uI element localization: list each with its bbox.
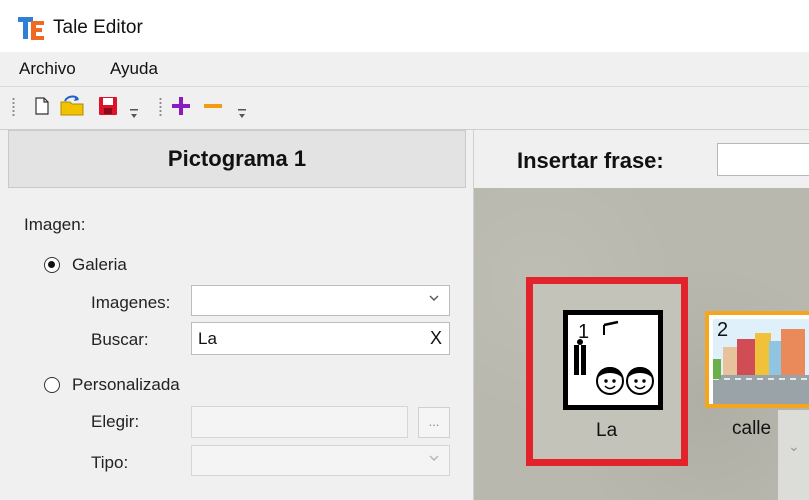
buscar-value: La bbox=[198, 329, 217, 348]
story-panel: Insertar frase: 1 La 2 calle ⌄ bbox=[474, 130, 809, 500]
new-file-button[interactable] bbox=[32, 93, 52, 119]
pictogram-number: 2 bbox=[717, 319, 729, 341]
toolbar-overflow-button[interactable] bbox=[128, 101, 140, 127]
clear-search-button[interactable]: X bbox=[430, 328, 442, 349]
pictogram-caption: La bbox=[596, 420, 618, 441]
te-logo-icon bbox=[18, 17, 44, 40]
toolbar-overflow-icon bbox=[238, 109, 246, 118]
chevron-down-icon bbox=[429, 455, 439, 461]
insert-phrase-label: Insertar frase: bbox=[517, 148, 664, 173]
pictogram-people-icon bbox=[574, 320, 654, 395]
toolbar-overflow-icon bbox=[130, 109, 138, 118]
imagenes-label: Imagenes: bbox=[91, 293, 171, 312]
story-canvas[interactable]: 1 La 2 calle ⌄ bbox=[474, 188, 809, 500]
buscar-input[interactable]: La X bbox=[191, 322, 450, 355]
remove-icon bbox=[204, 104, 222, 108]
galeria-radio[interactable] bbox=[44, 257, 60, 273]
elegir-input[interactable] bbox=[191, 406, 408, 438]
pictogram-caption: calle bbox=[732, 418, 772, 439]
toolbar-grip[interactable] bbox=[159, 97, 162, 117]
open-button[interactable] bbox=[58, 93, 88, 119]
galeria-label[interactable]: Galeria bbox=[72, 255, 127, 275]
pictogram-card-2[interactable]: 2 bbox=[705, 311, 809, 408]
add-button[interactable] bbox=[168, 93, 194, 119]
toolbar-grip[interactable] bbox=[12, 97, 15, 117]
tipo-label: Tipo: bbox=[91, 453, 129, 472]
window-title: Tale Editor bbox=[53, 17, 143, 38]
chevron-down-icon: ⌄ bbox=[788, 438, 800, 454]
toolbar-overflow-button[interactable] bbox=[236, 101, 248, 127]
pictogram-image-frame: 1 bbox=[563, 310, 663, 410]
title-bar: Tale Editor bbox=[0, 0, 809, 52]
buscar-label: Buscar: bbox=[91, 330, 149, 349]
menu-archivo[interactable]: Archivo bbox=[19, 59, 76, 79]
panel-title: Pictograma 1 bbox=[8, 130, 466, 188]
remove-button[interactable] bbox=[200, 93, 226, 119]
save-icon bbox=[99, 97, 117, 115]
chevron-down-icon bbox=[429, 295, 439, 301]
image-label: Imagen: bbox=[24, 215, 86, 234]
insert-phrase-input[interactable] bbox=[717, 143, 809, 176]
browse-button[interactable]: ... bbox=[418, 407, 450, 438]
open-folder-icon bbox=[60, 95, 84, 116]
next-card-placeholder: ⌄ bbox=[778, 410, 809, 500]
add-icon bbox=[172, 97, 190, 115]
elegir-label: Elegir: bbox=[91, 412, 140, 431]
personalizada-radio[interactable] bbox=[44, 377, 60, 393]
menu-ayuda[interactable]: Ayuda bbox=[110, 59, 158, 79]
new-file-icon bbox=[35, 97, 49, 115]
radio-selected-dot bbox=[48, 261, 55, 268]
toolbar bbox=[0, 87, 809, 130]
tipo-dropdown[interactable] bbox=[191, 445, 450, 476]
save-button[interactable] bbox=[96, 93, 120, 119]
menu-bar: Archivo Ayuda bbox=[0, 52, 809, 87]
personalizada-label[interactable]: Personalizada bbox=[72, 375, 180, 395]
imagenes-dropdown[interactable] bbox=[191, 285, 450, 316]
pictogram-card-1[interactable]: 1 La bbox=[526, 277, 688, 466]
